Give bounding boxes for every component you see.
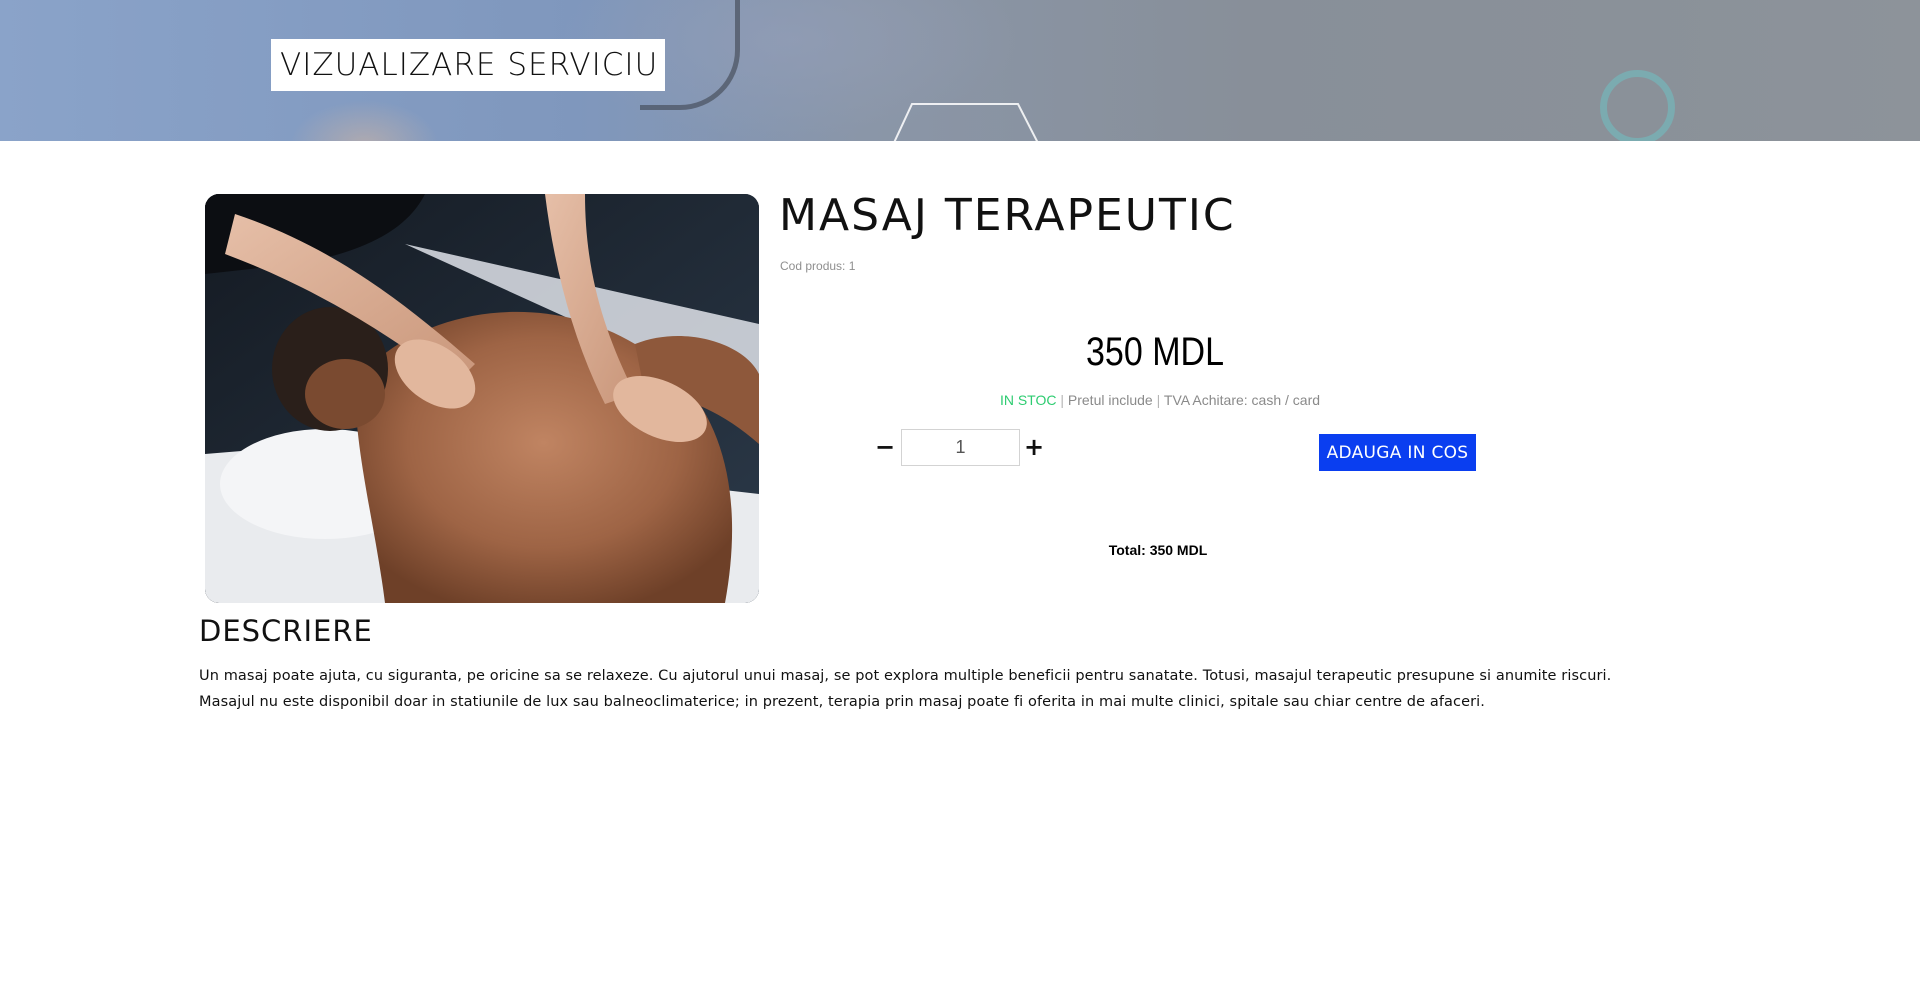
- description-line: Masajul nu este disponibil doar in stati…: [199, 694, 1486, 710]
- quantity-input[interactable]: [901, 429, 1020, 466]
- total-label: Total:: [1108, 542, 1146, 558]
- vat-info: Pretul include: [1067, 392, 1153, 408]
- description-heading: DESCRIERE: [199, 614, 373, 648]
- quantity-decrease-button[interactable]: −: [872, 432, 898, 462]
- stock-status: IN STOC: [999, 392, 1057, 408]
- product-title: MASAJ TERAPEUTIC: [779, 190, 1236, 241]
- stock-info: IN STOC | Pretul include | TVA Achitare:…: [860, 392, 1460, 408]
- product-price: 350 MDL: [1086, 330, 1224, 374]
- separator: |: [1060, 392, 1064, 408]
- description-line: Un masaj poate ajuta, cu siguranta, pe o…: [199, 668, 1612, 684]
- hero-background-hand: [290, 100, 440, 141]
- product-code: Cod produs: 1: [780, 259, 855, 273]
- product-code-value: 1: [848, 259, 856, 273]
- total-value: 350 MDL: [1149, 542, 1208, 558]
- hero-hexagon-outline: [893, 103, 1039, 141]
- product-code-label: Cod produs:: [780, 259, 846, 273]
- separator: |: [1156, 392, 1161, 408]
- quantity-increase-button[interactable]: +: [1021, 432, 1047, 462]
- hero-banner: VIZUALIZARE SERVICIU: [0, 0, 1920, 141]
- description-text: Un masaj poate ajuta, cu siguranta, pe o…: [199, 663, 1639, 715]
- payment-info: TVA Achitare: cash / card: [1163, 392, 1321, 408]
- page-title: VIZUALIZARE SERVICIU: [271, 39, 666, 91]
- add-to-cart-button[interactable]: ADAUGA IN COS: [1319, 434, 1476, 471]
- product-image: [205, 194, 759, 603]
- hero-ring-graphic: [1600, 70, 1675, 141]
- order-total: Total: 350 MDL: [1020, 542, 1296, 558]
